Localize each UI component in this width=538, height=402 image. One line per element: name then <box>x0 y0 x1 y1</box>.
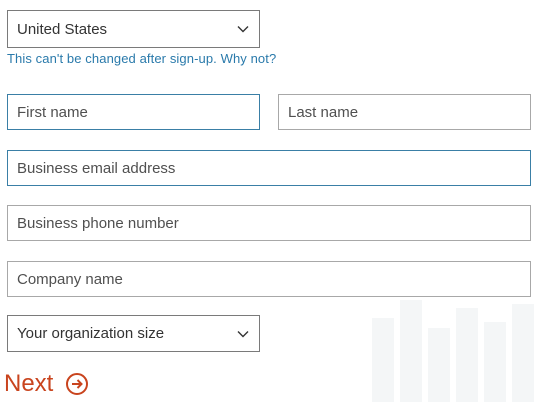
next-button-label: Next <box>4 370 54 397</box>
chevron-down-icon <box>237 331 249 338</box>
background-decoration <box>512 304 534 402</box>
business-email-field[interactable] <box>7 150 531 186</box>
arrow-circle-right-icon <box>66 373 89 395</box>
background-decoration <box>484 322 506 402</box>
country-select-value: United States <box>17 20 108 38</box>
last-name-field[interactable] <box>278 94 531 130</box>
background-decoration <box>400 300 422 402</box>
background-decoration <box>372 318 394 402</box>
background-decoration <box>456 308 478 402</box>
background-decoration <box>428 328 450 402</box>
company-name-field[interactable] <box>7 261 531 297</box>
next-button[interactable]: Next <box>4 367 89 401</box>
first-name-field[interactable] <box>7 94 260 130</box>
organization-size-value: Your organization size <box>17 325 165 342</box>
organization-size-select[interactable]: Your organization size <box>7 315 260 352</box>
chevron-down-icon <box>237 26 249 33</box>
country-select[interactable]: United States <box>7 10 260 48</box>
business-phone-field[interactable] <box>7 205 531 241</box>
country-hint-link[interactable]: This can't be changed after sign-up. Why… <box>7 51 276 66</box>
